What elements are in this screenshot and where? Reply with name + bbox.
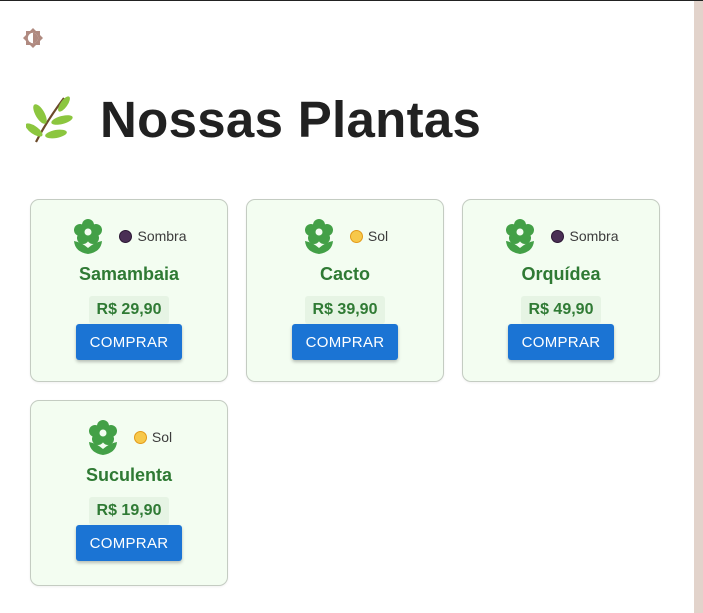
sun-icon (349, 229, 363, 243)
flower-icon (506, 219, 535, 254)
plant-name: Cacto (319, 264, 370, 284)
light-requirement: Sol (151, 429, 173, 445)
flower-icon (88, 420, 117, 455)
price-tag: R$ 49,90 (520, 296, 602, 324)
flower-icon (74, 219, 103, 254)
product-card: Sol Suculenta R$ 19,90 COMPRAR (30, 400, 228, 586)
flower-icon (304, 219, 333, 254)
plant-name: Orquídea (521, 264, 601, 284)
buy-button[interactable]: COMPRAR (508, 324, 614, 360)
product-card: Sol Cacto R$ 39,90 COMPRAR (246, 199, 444, 382)
light-requirement: Sombra (137, 228, 187, 244)
theme-toggle-button[interactable] (22, 27, 44, 49)
price-tag: R$ 19,90 (88, 497, 170, 525)
plant-name: Samambaia (78, 264, 180, 284)
buy-button[interactable]: COMPRAR (76, 324, 182, 360)
buy-button[interactable]: COMPRAR (76, 525, 182, 561)
price-tag: R$ 29,90 (88, 296, 170, 324)
sun-icon (133, 430, 147, 444)
shade-icon (119, 229, 133, 243)
page-title: Nossas Plantas (100, 90, 482, 148)
shade-icon (551, 229, 565, 243)
plant-name: Suculenta (85, 465, 173, 485)
product-card: Sombra Orquídea R$ 49,90 COMPRAR (462, 199, 660, 382)
herb-icon (26, 96, 73, 143)
price-tag: R$ 39,90 (304, 296, 386, 324)
scrollbar-track[interactable] (694, 1, 703, 613)
brightness-icon (23, 28, 43, 48)
page-header: Nossas Plantas (26, 89, 481, 149)
light-requirement: Sol (367, 228, 389, 244)
light-requirement: Sombra (569, 228, 619, 244)
product-card: Sombra Samambaia R$ 29,90 COMPRAR (30, 199, 228, 382)
buy-button[interactable]: COMPRAR (292, 324, 398, 360)
